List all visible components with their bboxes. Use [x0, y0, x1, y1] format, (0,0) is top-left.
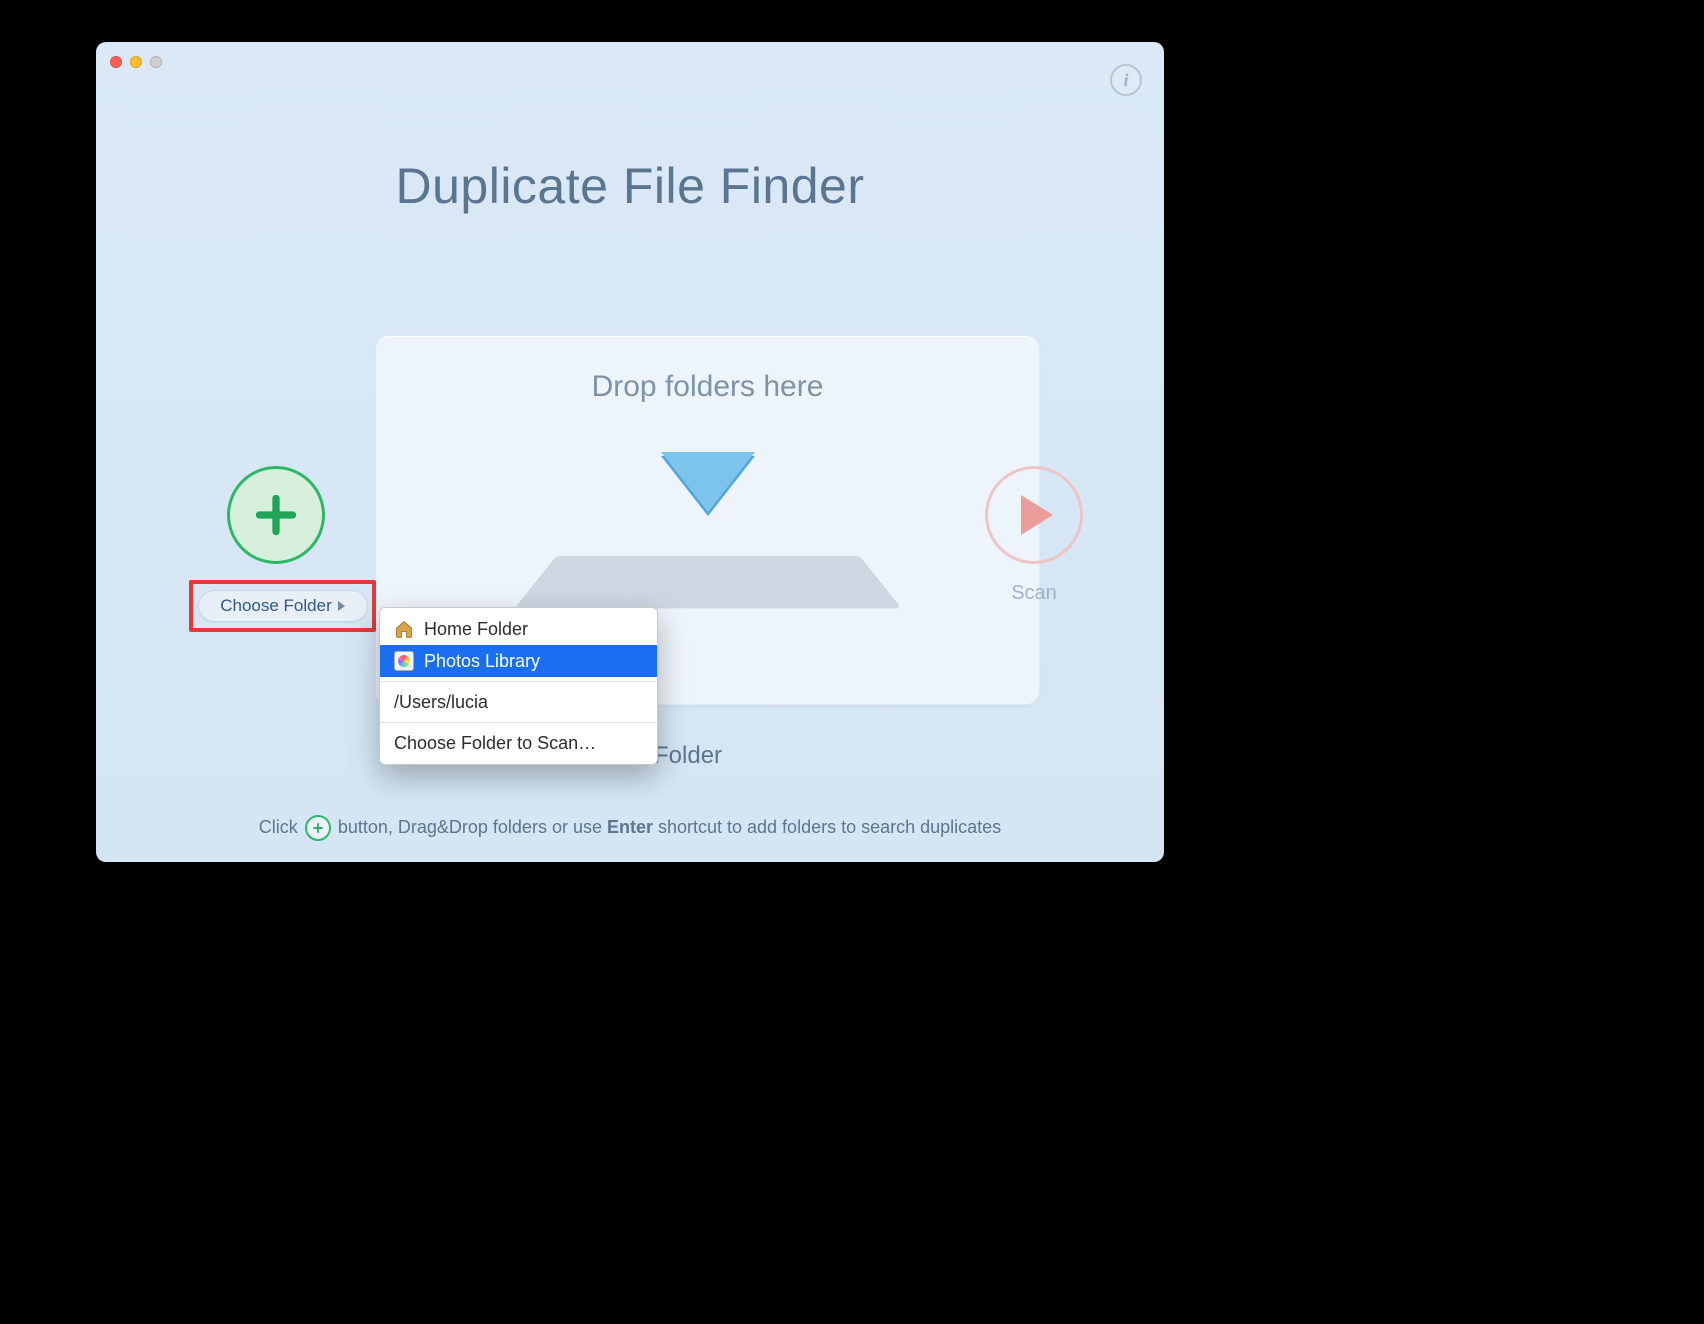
chevron-right-icon [338, 601, 345, 611]
menu-separator [380, 722, 657, 723]
choose-folder-highlight: Choose Folder [189, 580, 376, 632]
add-folder-button[interactable] [227, 466, 325, 564]
zoom-icon[interactable] [150, 56, 162, 68]
close-icon[interactable] [110, 56, 122, 68]
info-button[interactable]: i [1110, 64, 1142, 96]
drop-zone-title: Drop folders here [376, 370, 1039, 404]
play-icon [1021, 495, 1053, 535]
drop-tray-icon [514, 556, 901, 608]
scan-button[interactable] [985, 466, 1083, 564]
menu-item-home-folder[interactable]: Home Folder [380, 613, 657, 645]
choose-folder-label: Choose Folder [220, 596, 332, 616]
menu-item-label: Choose Folder to Scan… [394, 733, 596, 754]
minimize-icon[interactable] [130, 56, 142, 68]
traffic-lights [110, 56, 162, 68]
menu-item-photos-library[interactable]: Photos Library [380, 645, 657, 677]
drop-arrow-icon [661, 456, 755, 516]
plus-icon [254, 493, 298, 537]
scan-label: Scan [982, 582, 1086, 605]
photos-icon [394, 651, 414, 671]
stage: i Duplicate File Finder Drop folders her… [0, 0, 1704, 1324]
info-icon: i [1123, 70, 1128, 91]
menu-item-label: Home Folder [424, 619, 528, 640]
choose-folder-button[interactable]: Choose Folder [198, 590, 368, 622]
menu-item-recent-path[interactable]: /Users/lucia [380, 686, 657, 718]
choose-folder-menu: Home Folder Photos Library /Users/lucia … [379, 607, 658, 765]
menu-item-label: Photos Library [424, 651, 540, 672]
instruction-text: Click button, Drag&Drop folders or use E… [96, 815, 1164, 841]
menu-separator [380, 681, 657, 682]
plus-icon-inline [305, 815, 331, 841]
menu-item-choose-folder[interactable]: Choose Folder to Scan… [380, 727, 657, 759]
home-icon [394, 619, 414, 639]
app-title: Duplicate File Finder [96, 157, 1164, 215]
menu-item-label: /Users/lucia [394, 692, 488, 713]
app-window: i Duplicate File Finder Drop folders her… [96, 42, 1164, 862]
